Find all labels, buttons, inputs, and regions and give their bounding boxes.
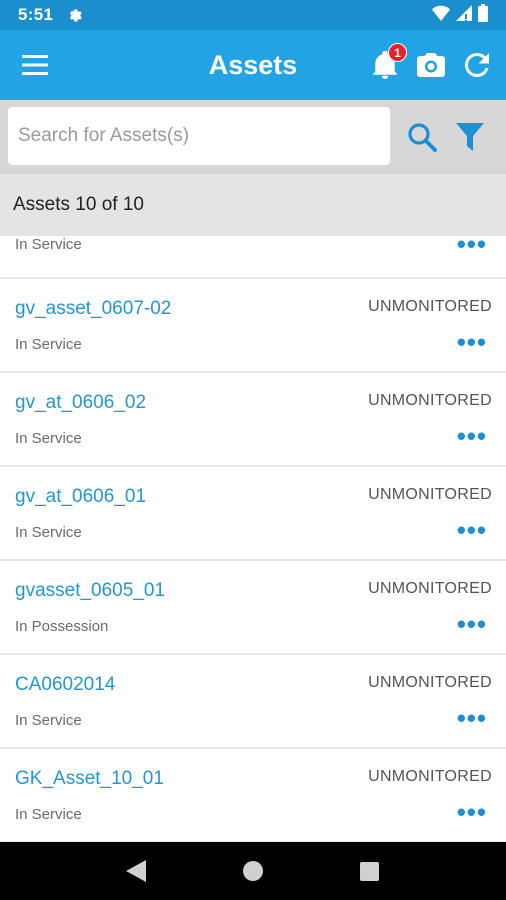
- system-nav-bar: [0, 842, 506, 900]
- more-options-button[interactable]: •••: [457, 799, 487, 825]
- list-item[interactable]: gv_at_0606_01 UNMONITORED In Service •••: [0, 467, 506, 561]
- filter-button[interactable]: [450, 118, 490, 156]
- monitoring-status: UNMONITORED: [368, 392, 492, 409]
- home-icon: [242, 861, 263, 881]
- list-item[interactable]: In Service •••: [0, 236, 506, 279]
- search-icon: [408, 123, 437, 152]
- asset-name-link[interactable]: GK_Asset_10_01: [15, 768, 164, 790]
- monitoring-status: UNMONITORED: [368, 580, 492, 597]
- asset-name-link[interactable]: gv_asset_0607-02: [15, 298, 171, 320]
- menu-icon: [22, 55, 48, 75]
- asset-name-link[interactable]: gv_at_0606_01: [15, 486, 146, 508]
- recents-button[interactable]: [350, 851, 390, 891]
- monitoring-status: UNMONITORED: [368, 768, 492, 785]
- list-item[interactable]: gv_asset_0607-02 UNMONITORED In Service …: [0, 279, 506, 373]
- more-options-button[interactable]: •••: [457, 423, 487, 449]
- list-item[interactable]: GK_Asset_10_01 UNMONITORED In Service ••…: [0, 749, 506, 842]
- wifi-icon: [432, 5, 450, 26]
- battery-icon: [478, 3, 488, 27]
- notifications-button[interactable]: 1: [366, 43, 407, 84]
- refresh-button[interactable]: [458, 46, 496, 84]
- monitoring-status: UNMONITORED: [368, 486, 492, 503]
- list-item[interactable]: gv_at_0606_02 UNMONITORED In Service •••: [0, 373, 506, 467]
- more-options-button[interactable]: •••: [457, 236, 487, 257]
- asset-status: In Service: [15, 336, 82, 353]
- asset-list[interactable]: In Service ••• gv_asset_0607-02 UNMONITO…: [0, 236, 506, 842]
- search-input[interactable]: [8, 107, 390, 165]
- notification-badge: 1: [388, 43, 407, 62]
- back-icon: [126, 860, 147, 882]
- monitoring-status: UNMONITORED: [368, 298, 492, 315]
- more-options-button[interactable]: •••: [457, 517, 487, 543]
- filter-icon: [456, 123, 484, 151]
- status-time: 5:51: [18, 5, 54, 24]
- gear-icon: [67, 7, 83, 23]
- search-bar: [0, 100, 506, 174]
- asset-status: In Service: [15, 806, 82, 823]
- app-bar: Assets 1: [0, 30, 506, 100]
- camera-icon: [417, 53, 445, 77]
- search-button[interactable]: [402, 118, 442, 156]
- menu-button[interactable]: [18, 50, 52, 80]
- asset-count-header: Assets 10 of 10: [0, 174, 506, 236]
- signal-icon: [456, 4, 472, 26]
- recents-icon: [360, 861, 380, 881]
- asset-name-link[interactable]: gvasset_0605_01: [15, 580, 165, 602]
- list-item[interactable]: CA0602014 UNMONITORED In Service •••: [0, 655, 506, 749]
- home-button[interactable]: [233, 851, 273, 891]
- refresh-icon: [465, 53, 489, 77]
- more-options-button[interactable]: •••: [457, 611, 487, 637]
- asset-status: In Service: [15, 430, 82, 447]
- asset-status: In Service: [15, 712, 82, 729]
- monitoring-status: UNMONITORED: [368, 674, 492, 691]
- asset-name-link[interactable]: gv_at_0606_02: [15, 392, 146, 414]
- more-options-button[interactable]: •••: [457, 329, 487, 355]
- asset-status: In Service: [15, 236, 82, 253]
- asset-name-link[interactable]: CA0602014: [15, 674, 115, 696]
- status-bar: 5:51: [0, 0, 506, 30]
- more-options-button[interactable]: •••: [457, 705, 487, 731]
- back-button[interactable]: [116, 851, 156, 891]
- camera-button[interactable]: [412, 46, 450, 84]
- list-item[interactable]: gvasset_0605_01 UNMONITORED In Possessio…: [0, 561, 506, 655]
- asset-status: In Service: [15, 524, 82, 541]
- asset-status: In Possession: [15, 618, 109, 635]
